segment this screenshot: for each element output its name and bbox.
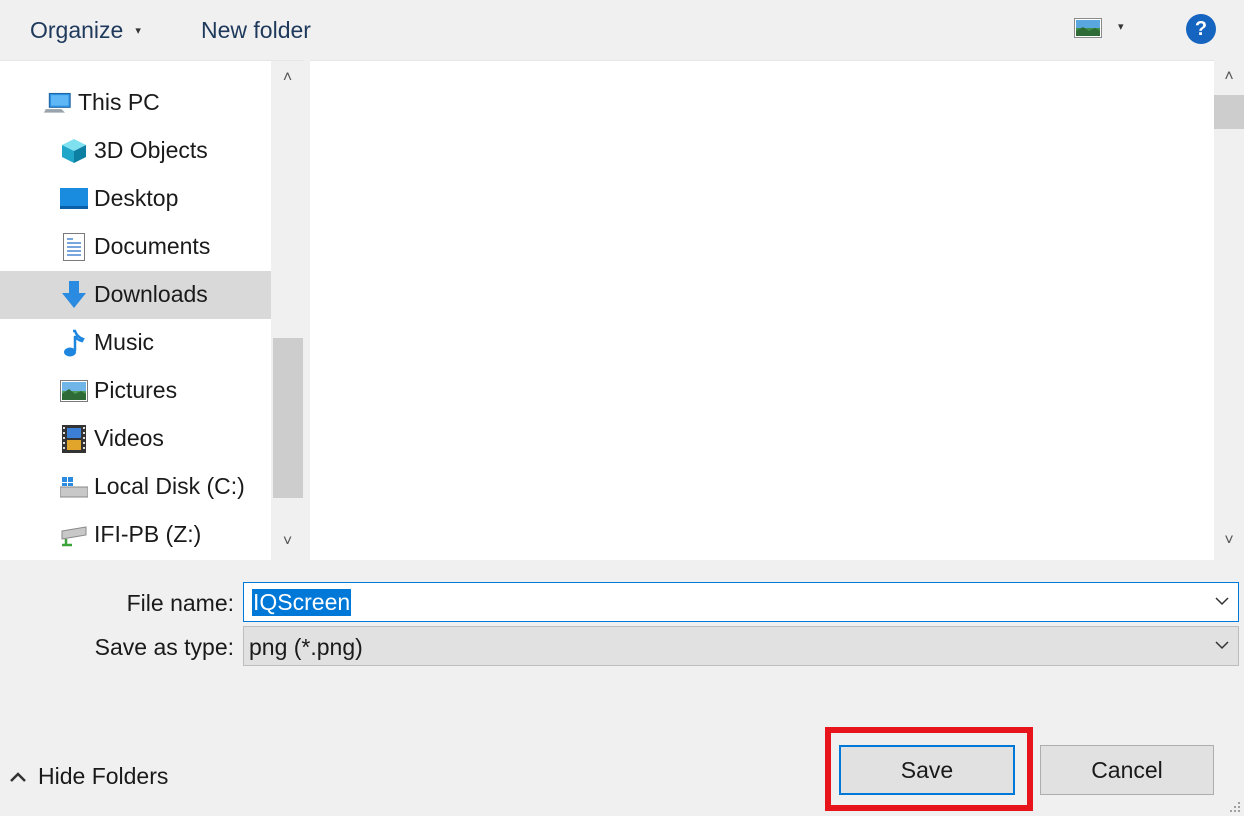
organize-label: Organize	[30, 16, 124, 43]
hide-folders-label: Hide Folders	[38, 763, 169, 789]
drive-icon	[60, 473, 88, 501]
film-icon	[60, 425, 88, 453]
cancel-button[interactable]: Cancel	[1040, 745, 1214, 795]
nav-scroll-thumb[interactable]	[273, 338, 303, 498]
hide-folders-button[interactable]: Hide Folders	[8, 763, 168, 790]
picture-icon	[60, 377, 88, 405]
help-button[interactable]: ?	[1186, 14, 1216, 44]
save-as-type-select[interactable]: png (*.png)	[243, 626, 1239, 666]
save-as-type-value: png (*.png)	[249, 634, 363, 660]
nav-item-label: This PC	[78, 89, 160, 115]
file-name-input[interactable]: IQScreen	[243, 582, 1239, 622]
nav-item-ifi-pb-z[interactable]: IFI-PB (Z:)	[0, 511, 271, 559]
network-drive-icon	[60, 521, 88, 549]
file-list-scrollbar[interactable]: ˄ ˅	[1214, 60, 1244, 560]
nav-item-label: Downloads	[94, 281, 208, 307]
nav-item-music[interactable]: Music	[0, 319, 271, 367]
file-name-dropdown-icon[interactable]	[1214, 591, 1230, 611]
document-icon	[60, 233, 88, 261]
music-note-icon	[60, 329, 88, 357]
nav-item-this-pc[interactable]: This PC	[0, 79, 271, 127]
scroll-down-icon[interactable]: ˅	[1214, 532, 1244, 550]
organize-button[interactable]: Organize ▾	[30, 14, 141, 46]
toolbar: Organize ▾ New folder ▾ ?	[0, 0, 1244, 60]
view-options-caret-icon[interactable]: ▾	[1118, 20, 1124, 33]
scroll-up-icon[interactable]: ˄	[1214, 68, 1244, 86]
nav-item-label: Videos	[94, 425, 164, 451]
save-as-type-label: Save as type:	[94, 634, 234, 660]
computer-icon	[44, 89, 72, 117]
chevron-up-icon	[10, 771, 26, 782]
nav-item-pictures[interactable]: Pictures	[0, 367, 271, 415]
nav-item-desktop[interactable]: Desktop	[0, 175, 271, 223]
nav-item-3d-objects[interactable]: 3D Objects	[0, 127, 271, 175]
change-view-icon[interactable]	[1074, 18, 1104, 38]
nav-scrollbar[interactable]: ˄ ˅	[271, 61, 304, 561]
new-folder-button[interactable]: New folder	[201, 14, 311, 46]
download-arrow-icon	[60, 281, 88, 309]
nav-item-local-disk-c[interactable]: Local Disk (C:)	[0, 463, 271, 511]
chevron-down-icon[interactable]	[1214, 635, 1230, 655]
nav-item-label: Local Disk (C:)	[94, 473, 245, 499]
nav-item-label: Music	[94, 329, 155, 355]
resize-grip-icon[interactable]	[1226, 798, 1242, 814]
save-button[interactable]: Save	[839, 745, 1015, 795]
nav-item-documents[interactable]: Documents	[0, 223, 271, 271]
nav-item-label: 3D Objects	[94, 137, 208, 163]
nav-item-downloads[interactable]: Downloads	[0, 271, 271, 319]
scroll-down-icon[interactable]: ˅	[271, 533, 304, 551]
nav-item-label: IFI-PB (Z:)	[94, 521, 202, 547]
nav-item-label: Desktop	[94, 185, 179, 211]
file-name-value: IQScreen	[252, 589, 352, 616]
nav-item-videos[interactable]: Videos	[0, 415, 271, 463]
file-list-scroll-thumb[interactable]	[1214, 95, 1244, 129]
navigation-pane: This PC 3D Objects Desktop Documents Dow…	[0, 60, 304, 561]
scroll-up-icon[interactable]: ˄	[271, 69, 304, 87]
file-name-label: File name:	[126, 590, 234, 616]
organize-caret-icon: ▾	[135, 24, 141, 37]
file-list-pane[interactable]	[310, 60, 1214, 560]
nav-item-label: Pictures	[94, 377, 178, 403]
desktop-icon	[60, 185, 88, 213]
nav-item-label: Documents	[94, 233, 211, 259]
cube-icon	[60, 137, 88, 165]
nav-list: This PC 3D Objects Desktop Documents Dow…	[0, 79, 271, 559]
